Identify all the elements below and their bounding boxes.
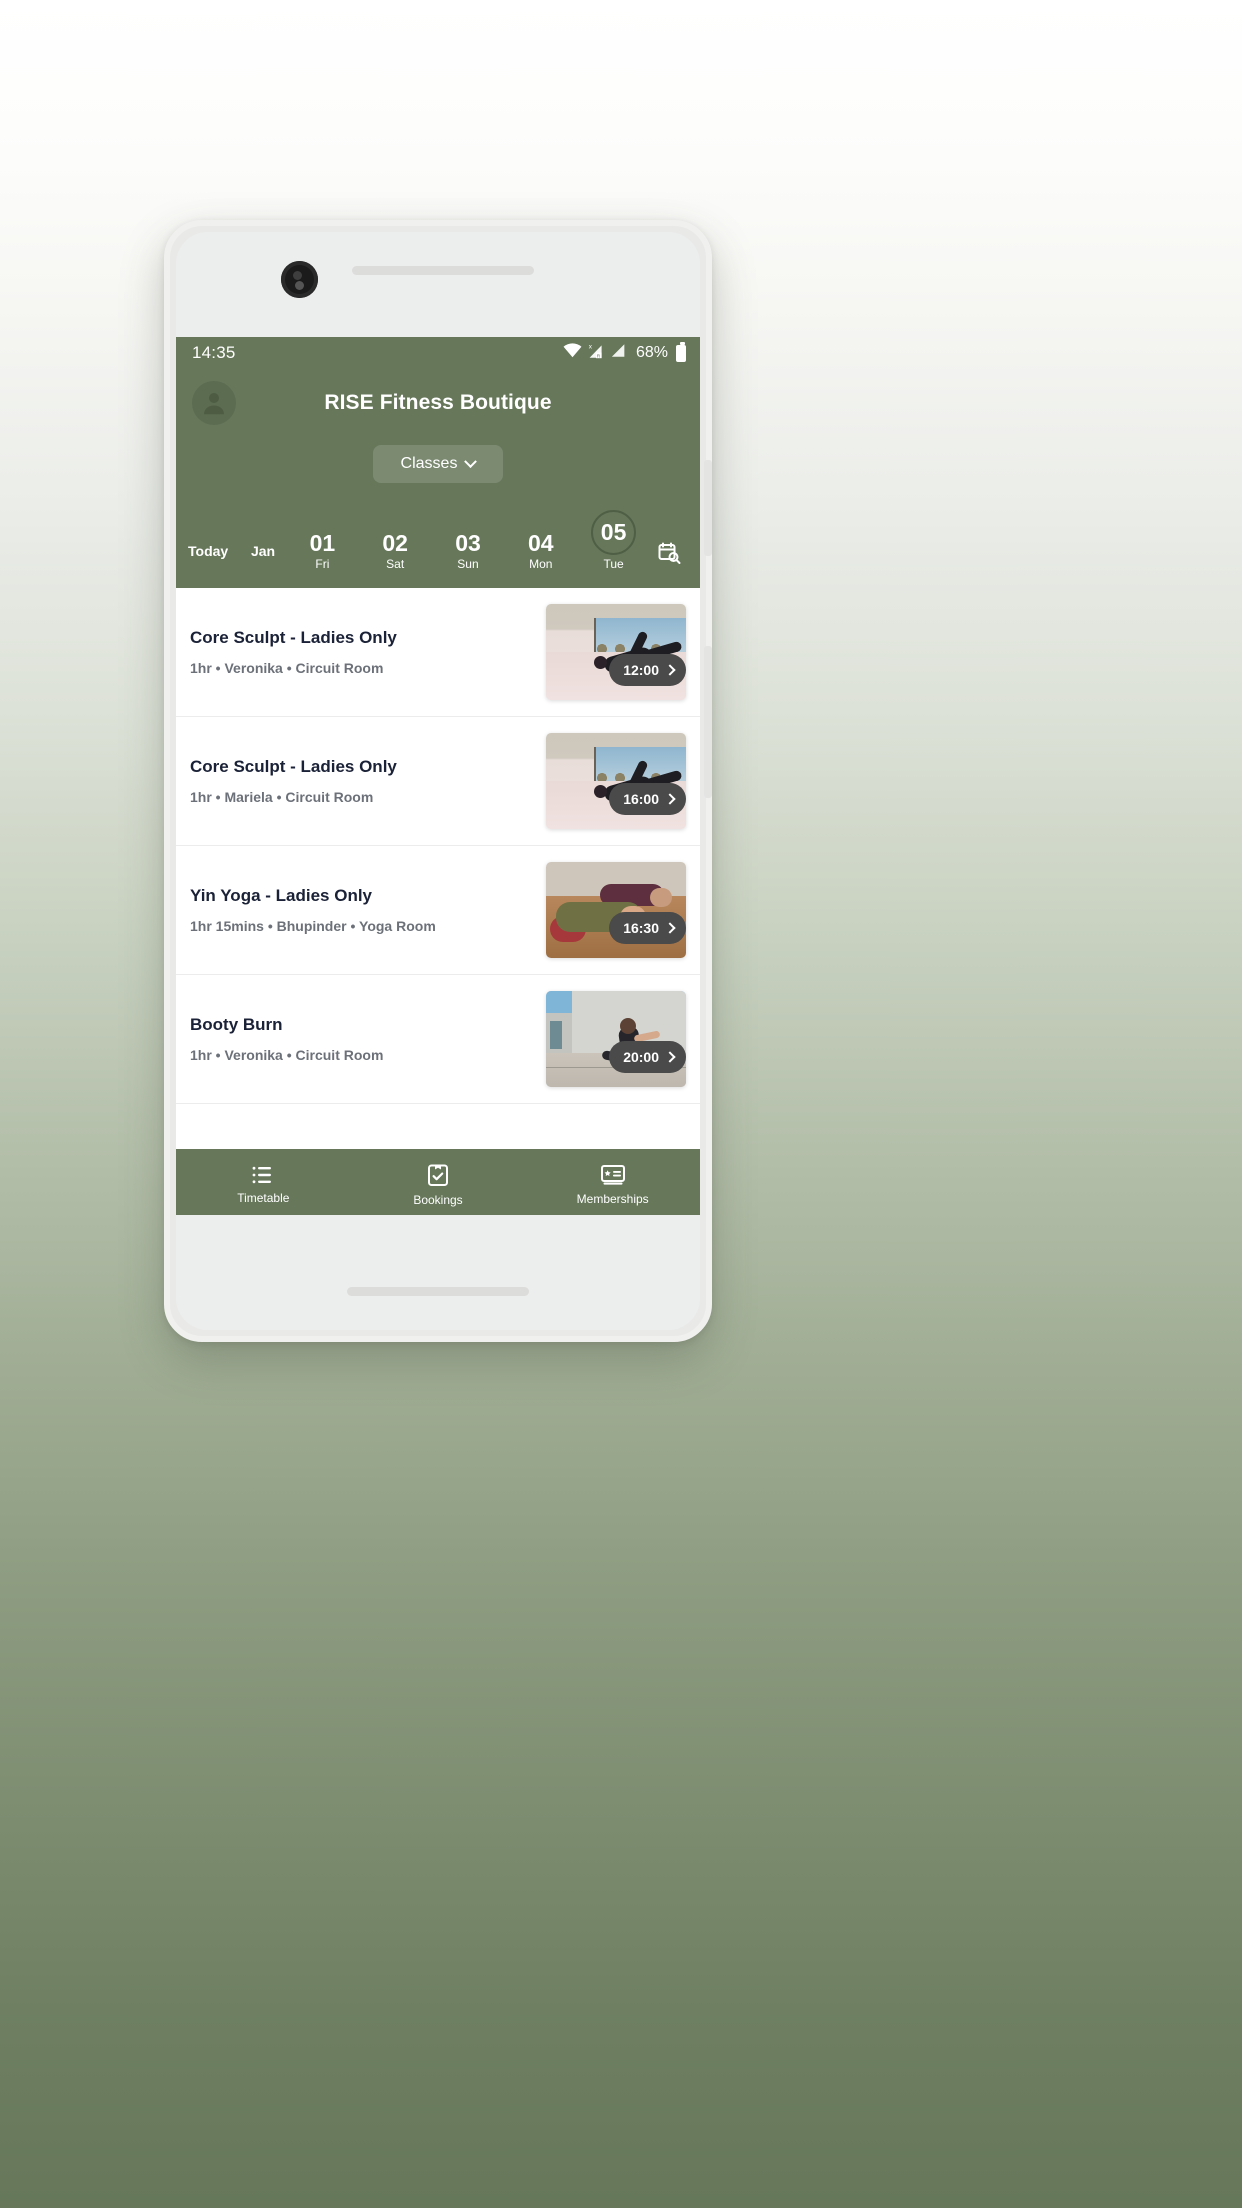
calendar-search-button[interactable]: [650, 541, 688, 573]
class-thumbnail: 16:00: [546, 733, 686, 829]
nav-label: Timetable: [237, 1191, 290, 1205]
class-card[interactable]: Core Sculpt - Ladies Only 1hr • Veronika…: [176, 588, 700, 717]
home-indicator[interactable]: [347, 1287, 529, 1296]
status-bar: 14:35 x R 68%: [176, 337, 700, 369]
svg-text:R: R: [597, 353, 601, 359]
calendar-search-icon: [658, 542, 681, 564]
chevron-right-icon: [664, 793, 676, 805]
class-info: Booty Burn 1hr • Veronika • Circuit Room: [190, 1015, 546, 1063]
nav-item-bookings[interactable]: Bookings: [351, 1157, 526, 1207]
class-meta: 1hr 15mins • Bhupinder • Yoga Room: [190, 918, 436, 934]
date-weekday: Sun: [457, 557, 479, 571]
class-title: Booty Burn: [190, 1015, 283, 1034]
classes-dropdown[interactable]: Classes: [373, 445, 503, 483]
nav-label: Bookings: [413, 1193, 463, 1207]
class-title: Yin Yoga - Ladies Only: [190, 886, 373, 905]
date-item-01[interactable]: 01 Fri: [299, 531, 345, 573]
class-meta: 1hr • Mariela • Circuit Room: [190, 789, 374, 805]
date-number: 04: [527, 529, 554, 556]
class-time-label: 16:00: [623, 791, 659, 807]
date-number: 03: [455, 529, 481, 556]
date-weekday: Sat: [386, 557, 405, 571]
class-list: Core Sculpt - Ladies Only 1hr • Veronika…: [176, 588, 700, 1104]
header-title-row: RISE Fitness Boutique: [176, 369, 700, 431]
class-info: Yin Yoga - Ladies Only 1hr 15mins • Bhup…: [190, 886, 546, 934]
classes-dropdown-label: Classes: [400, 455, 458, 472]
date-item-04[interactable]: 04 Mon: [518, 531, 564, 573]
clipboard-check-icon: [428, 1164, 448, 1186]
battery-percent-label: 68%: [635, 344, 668, 361]
date-number: 05: [591, 510, 637, 555]
class-info: Core Sculpt - Ladies Only 1hr • Mariela …: [190, 757, 546, 805]
camera-lens-icon: [281, 261, 318, 298]
phone-power-button[interactable]: [704, 646, 712, 798]
class-time-button[interactable]: 20:00: [609, 1041, 686, 1073]
class-info: Core Sculpt - Ladies Only 1hr • Veronika…: [190, 628, 546, 676]
class-time-label: 16:30: [623, 920, 659, 936]
date-strip: Today Jan 01 Fri 02 Sat 03 Sun 04 Mon 05…: [176, 501, 700, 589]
date-item-02[interactable]: 02 Sat: [372, 531, 418, 573]
nav-item-timetable[interactable]: Timetable: [176, 1159, 351, 1205]
class-thumbnail: 20:00: [546, 991, 686, 1087]
class-time-button[interactable]: 16:30: [609, 912, 686, 944]
battery-icon: [676, 342, 686, 362]
class-meta: 1hr • Veronika • Circuit Room: [190, 660, 384, 676]
signal-x-roaming-icon: x R: [587, 343, 605, 364]
date-number: 01: [309, 529, 336, 556]
class-card[interactable]: Booty Burn 1hr • Veronika • Circuit Room…: [176, 975, 700, 1104]
today-label[interactable]: Today: [188, 543, 240, 573]
date-number: 02: [382, 529, 408, 556]
date-item-03[interactable]: 03 Sun: [445, 531, 491, 573]
phone-device-frame: 14:35 x R 68% RISE Fitness Boutique Clas…: [164, 220, 712, 1342]
speaker-grill: [352, 266, 534, 275]
class-meta: 1hr • Veronika • Circuit Room: [190, 1047, 384, 1063]
days-row: 01 Fri 02 Sat 03 Sun 04 Mon 05 Tue: [286, 510, 650, 573]
membership-card-icon: [600, 1165, 625, 1185]
class-thumbnail: 16:30: [546, 862, 686, 958]
signal-icon: [610, 343, 627, 363]
phone-top-bezel: [176, 232, 700, 337]
svg-text:x: x: [589, 343, 593, 350]
chevron-right-icon: [664, 1051, 676, 1063]
class-card[interactable]: Yin Yoga - Ladies Only 1hr 15mins • Bhup…: [176, 846, 700, 975]
month-label: Jan: [250, 543, 276, 559]
class-title: Core Sculpt - Ladies Only: [190, 757, 397, 776]
date-weekday: Fri: [315, 557, 330, 571]
class-time-label: 20:00: [623, 1049, 659, 1065]
status-icons: x R 68%: [563, 342, 686, 364]
nav-item-memberships[interactable]: Memberships: [525, 1158, 700, 1206]
class-time-button[interactable]: 16:00: [609, 783, 686, 815]
page-title: RISE Fitness Boutique: [324, 391, 552, 414]
class-card[interactable]: Core Sculpt - Ladies Only 1hr • Mariela …: [176, 717, 700, 846]
chevron-right-icon: [664, 664, 676, 676]
phone-volume-button[interactable]: [704, 460, 712, 556]
app-screen: 14:35 x R 68% RISE Fitness Boutique Clas…: [176, 337, 700, 1215]
avatar[interactable]: [192, 381, 236, 425]
app-header: 14:35 x R 68% RISE Fitness Boutique Clas…: [176, 337, 700, 588]
class-title: Core Sculpt - Ladies Only: [190, 628, 397, 647]
list-bullets-icon: [252, 1166, 272, 1184]
date-weekday: Mon: [529, 557, 553, 571]
status-time: 14:35: [192, 343, 236, 362]
chevron-down-icon: [464, 454, 478, 468]
class-thumbnail: 12:00: [546, 604, 686, 700]
date-weekday: Tue: [603, 557, 624, 571]
wifi-icon: [563, 343, 582, 363]
class-time-button[interactable]: 12:00: [609, 654, 686, 686]
nav-label: Memberships: [576, 1192, 649, 1206]
class-time-label: 12:00: [623, 662, 659, 678]
phone-bottom-bezel: [176, 1215, 700, 1330]
user-avatar-icon: [204, 393, 224, 415]
date-item-05-selected[interactable]: 05 Tue: [591, 510, 637, 573]
chevron-right-icon: [664, 922, 676, 934]
phone-screen: 14:35 x R 68% RISE Fitness Boutique Clas…: [176, 232, 700, 1330]
bottom-navigation: Timetable Bookings Memberships: [176, 1149, 700, 1215]
